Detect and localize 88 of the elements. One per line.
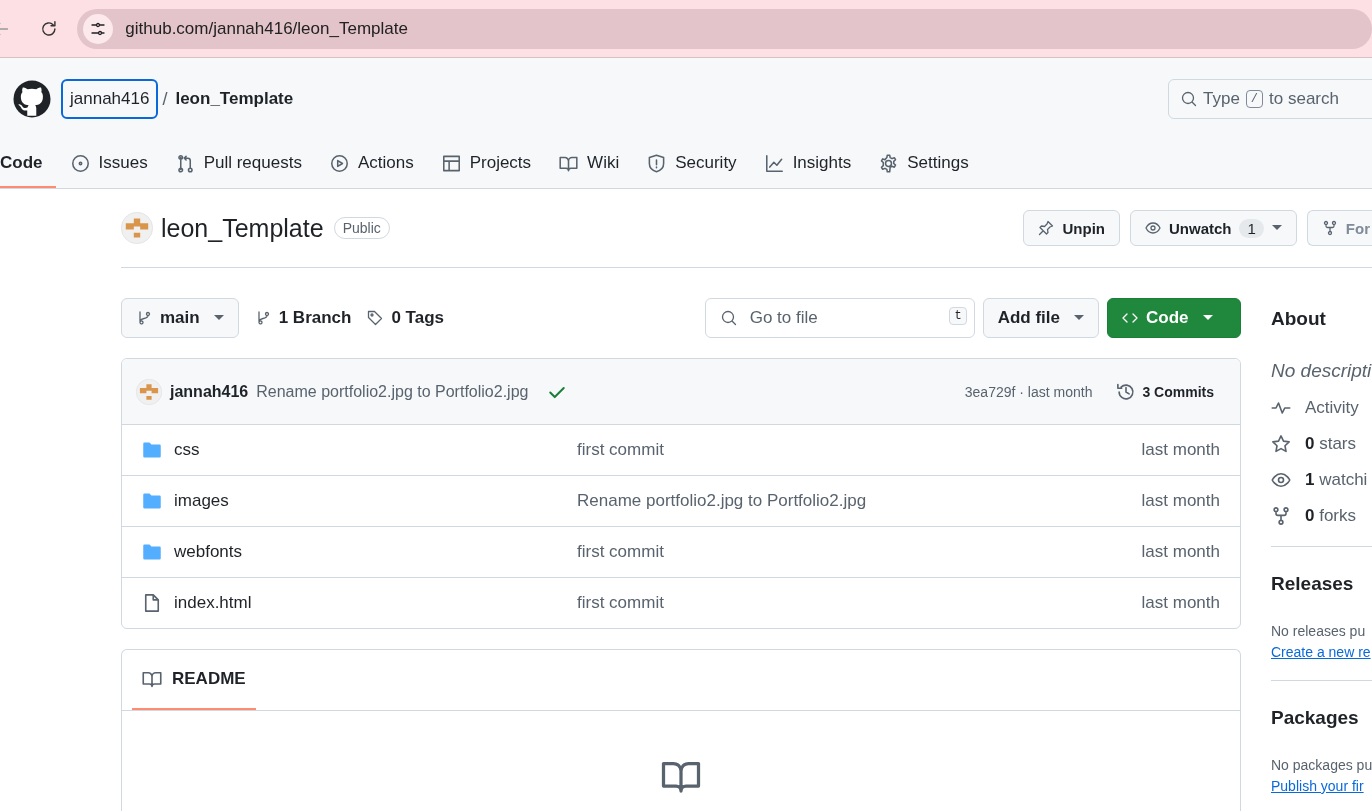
octocat-logo-icon[interactable]	[13, 80, 51, 118]
add-file-button[interactable]: Add file	[982, 298, 1099, 338]
graph-icon	[764, 153, 784, 173]
caret-icon	[1074, 315, 1084, 321]
search-hint: Type	[1203, 89, 1240, 109]
repo-title[interactable]: leon_Template	[161, 213, 324, 243]
caret-icon	[1271, 225, 1282, 231]
fork-icon	[1271, 506, 1291, 526]
repo-link[interactable]: leon_Template	[175, 89, 294, 109]
search-icon	[720, 310, 737, 326]
site-settings-icon[interactable]	[83, 13, 114, 44]
caret-icon	[213, 315, 224, 321]
avatar-icon	[121, 212, 153, 244]
section-text: No releases pu	[1271, 623, 1367, 639]
section-heading: Packages	[1271, 707, 1360, 729]
settings-icon	[879, 153, 899, 173]
reload-icon[interactable]	[39, 19, 58, 38]
section-text: No packages pu	[1271, 757, 1372, 773]
nav-tab[interactable]: Insights	[749, 140, 865, 188]
owner-link[interactable]: jannah416	[61, 79, 159, 119]
pull-request-icon	[175, 153, 195, 173]
branch-icon	[136, 310, 152, 326]
file-name[interactable]: index.html	[174, 593, 577, 613]
commit-message[interactable]: Rename portfolio2.jpg to Portfolio2.jpg	[577, 491, 867, 511]
stat-link[interactable]: 1 watchi	[1271, 470, 1372, 490]
stat-link[interactable]: 0 stars	[1271, 434, 1372, 454]
path-separator: /	[162, 88, 168, 110]
branch-button[interactable]: main	[121, 298, 239, 338]
commit-message[interactable]: first commit	[577, 440, 664, 460]
url-text: github.com/jannah416/leon_Template	[125, 18, 408, 39]
folder-icon	[142, 542, 162, 562]
tags-link[interactable]: 0 Tags	[367, 308, 445, 328]
tag-icon	[367, 310, 384, 326]
nav-tab[interactable]: Pull requests	[160, 140, 315, 188]
address-bar[interactable]: github.com/jannah416/leon_Template	[77, 8, 1372, 49]
about-heading: About	[1271, 308, 1327, 330]
nav-tab[interactable]: Code	[0, 140, 56, 188]
repo-action-button[interactable]: Unwatch 1	[1129, 210, 1297, 246]
nav-tab[interactable]: Wiki	[544, 140, 633, 188]
section-link[interactable]: Publish your fir	[1271, 778, 1372, 794]
shortcut-key: /	[1245, 90, 1264, 108]
eye-icon	[1144, 220, 1161, 236]
commit-message[interactable]: Rename portfolio2.jpg to Portfolio2.jpg	[256, 382, 529, 401]
eye-icon	[1271, 470, 1291, 490]
search-field[interactable]: Type / to search	[1168, 79, 1372, 119]
folder-icon	[142, 491, 162, 511]
folder-icon	[142, 440, 162, 460]
counter: 1	[1239, 218, 1264, 238]
nav-tab[interactable]: Projects	[426, 140, 545, 188]
fork-icon	[1321, 220, 1338, 236]
pin-icon	[1038, 220, 1055, 236]
star-icon	[1271, 434, 1291, 454]
shield-icon	[647, 153, 667, 173]
play-icon	[329, 153, 349, 173]
repo-action-button[interactable]: Unpin	[1023, 210, 1120, 246]
file-icon	[142, 593, 162, 613]
nav-tab[interactable]: Issues	[55, 140, 161, 188]
branches-link[interactable]: 1 Branch	[254, 308, 352, 328]
nav-tab[interactable]: Actions	[314, 140, 427, 188]
commit-author[interactable]: jannah416	[170, 382, 249, 401]
stat-link[interactable]: 0 forks	[1271, 506, 1372, 526]
code-button[interactable]: Code	[1107, 298, 1241, 338]
search-hint: to search	[1269, 89, 1339, 109]
commit-time: last month	[1141, 593, 1220, 613]
readme-tab[interactable]: README	[132, 650, 256, 710]
avatar-icon	[136, 378, 162, 405]
commit-time: last month	[1141, 542, 1220, 562]
history-icon	[1116, 381, 1137, 402]
caret-icon	[1202, 315, 1213, 321]
book-icon	[142, 669, 162, 689]
nav-tab[interactable]: Settings	[864, 140, 982, 188]
commit-hash[interactable]: 3ea729f · last month	[964, 383, 1093, 400]
table-icon	[441, 153, 461, 173]
commit-time: last month	[1141, 440, 1220, 460]
stat-link[interactable]: Activity	[1271, 398, 1372, 418]
commit-message[interactable]: first commit	[577, 593, 664, 613]
file-name[interactable]: css	[174, 440, 577, 460]
search-icon	[1181, 91, 1197, 107]
commits-link[interactable]: 3 Commits	[1116, 381, 1214, 402]
commit-time: last month	[1141, 491, 1220, 511]
file-name[interactable]: images	[174, 491, 577, 511]
file-name[interactable]: webfonts	[174, 542, 577, 562]
section-link[interactable]: Create a new re	[1271, 644, 1372, 660]
shortcut-key: t	[949, 307, 967, 325]
commit-message[interactable]: first commit	[577, 542, 664, 562]
section-heading: Releases	[1271, 573, 1355, 595]
description-text: No descripti	[1271, 360, 1372, 382]
nav-tab[interactable]: Security	[632, 140, 750, 188]
